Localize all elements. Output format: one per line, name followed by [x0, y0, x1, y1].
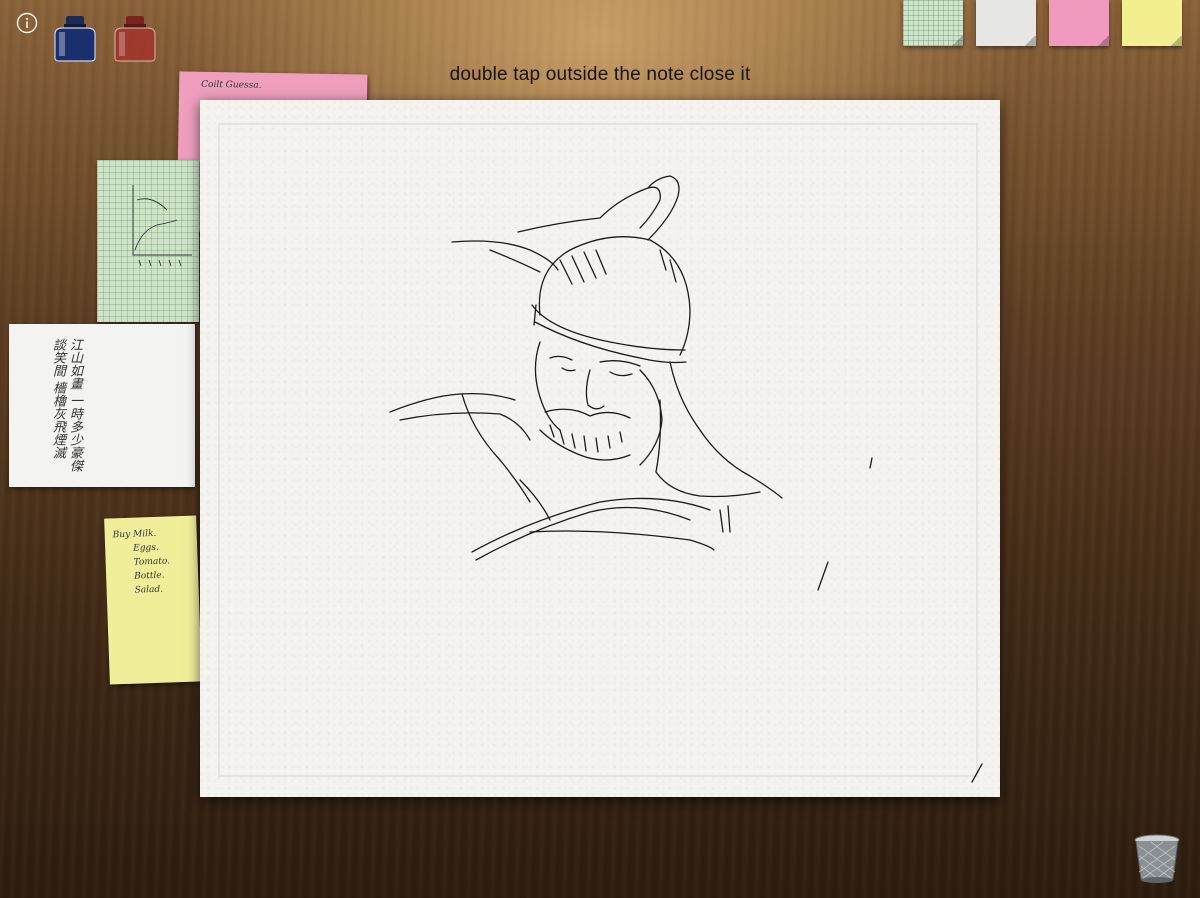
- hint-text: double tap outside the note close it: [449, 64, 751, 85]
- main-note-canvas[interactable]: [200, 100, 1000, 797]
- swatch-pink[interactable]: [1049, 0, 1109, 46]
- note-green-graph[interactable]: [97, 160, 199, 322]
- red-ink-bottle-icon[interactable]: [111, 14, 159, 62]
- list-item: Salad.: [134, 584, 164, 596]
- note-pink-text: Coilt Guessa.: [201, 79, 262, 91]
- swatch-white[interactable]: [976, 0, 1036, 46]
- blue-ink-bottle-icon[interactable]: [51, 14, 99, 62]
- note-yellow-list-text: Buy Milk. Eggs. Tomato. Bottle. Salad.: [112, 526, 171, 598]
- warrior-sketch-drawing: [389, 175, 983, 783]
- trash-icon[interactable]: [1131, 832, 1183, 884]
- note-white-text: 江山如畫 一時多少豪傑 談笑間 檣櫓灰飛煙滅: [50, 338, 82, 473]
- swatch-yellow[interactable]: [1122, 0, 1182, 46]
- note-white-calligraphy[interactable]: 江山如畫 一時多少豪傑 談笑間 檣櫓灰飛煙滅: [9, 324, 195, 487]
- note-yellow-list[interactable]: Buy Milk. Eggs. Tomato. Bottle. Salad.: [104, 515, 202, 685]
- graph-sketch: [132, 185, 192, 267]
- info-icon[interactable]: [16, 12, 38, 34]
- swatch-green-grid[interactable]: [903, 0, 963, 46]
